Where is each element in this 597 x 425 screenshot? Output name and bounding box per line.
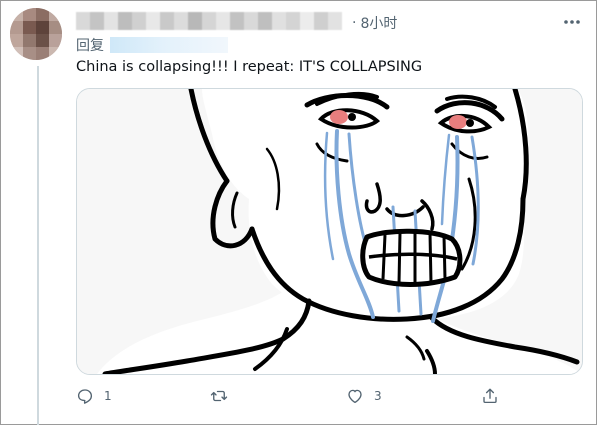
reply-count: 1 [104,389,112,403]
retweet-button[interactable] [209,384,239,408]
reply-target-redacted[interactable] [110,37,228,53]
thread-connector-line [37,66,39,425]
heart-icon [348,389,362,404]
tweet-image[interactable] [76,88,583,375]
display-name-redacted[interactable] [76,12,342,30]
mouth-teeth [360,228,463,287]
reply-prefix: 回复 [76,38,104,54]
like-count: 3 [374,389,382,403]
crying-wojak-image [77,89,582,374]
reply-button[interactable]: 1 [76,384,112,408]
timestamp[interactable]: · 8小时 [352,13,397,33]
action-bar: 1 3 [76,384,506,408]
reply-context: 回复 [76,36,228,54]
separator-dot: · [352,15,357,31]
like-button[interactable]: 3 [346,384,382,408]
reply-icon [77,389,93,404]
retweet-icon [210,390,228,402]
share-button[interactable] [481,384,499,408]
more-options-button[interactable] [562,14,582,30]
more-icon [564,20,580,24]
tweet-text: China is collapsing!!! I repeat: IT'S CO… [76,59,423,75]
avatar[interactable] [10,8,62,60]
share-icon [483,388,497,404]
time-label[interactable]: 8小时 [360,13,397,33]
